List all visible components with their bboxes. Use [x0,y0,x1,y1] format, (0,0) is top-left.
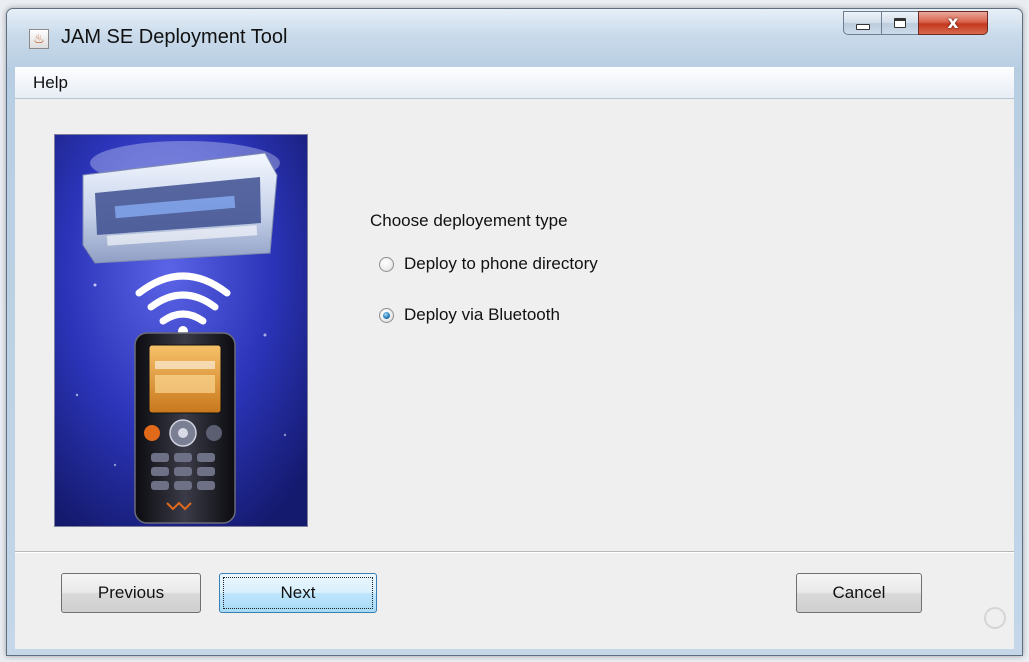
busy-indicator-icon [984,607,1006,629]
close-button[interactable]: x [918,11,988,35]
app-window: ♨ JAM SE Deployment Tool x Help Choose d… [6,8,1023,656]
cancel-button-label: Cancel [832,583,886,602]
maximize-icon [894,18,906,28]
option-phone-directory-label: Deploy to phone directory [404,254,598,273]
menu-help[interactable]: Help [33,73,68,93]
deployment-type-prompt: Choose deployement type [370,211,568,230]
radio-bluetooth[interactable] [379,307,394,323]
maximize-button[interactable] [881,11,919,35]
title-bar[interactable]: ♨ JAM SE Deployment Tool x [7,9,1022,67]
option-bluetooth-label: Deploy via Bluetooth [404,305,560,324]
java-app-icon[interactable]: ♨ [29,29,49,49]
previous-button-label: Previous [97,583,165,602]
focus-ring [223,577,373,609]
radio-phone-directory[interactable] [379,256,394,272]
minimize-button[interactable] [843,11,882,35]
illustration-graphic [55,135,307,526]
minimize-icon [855,24,870,30]
previous-button[interactable]: Previous [61,573,201,613]
window-title: JAM SE Deployment Tool [61,26,288,48]
option-phone-directory[interactable]: Deploy to phone directory [379,254,598,274]
next-button[interactable]: Next [219,573,377,613]
button-separator [15,551,1014,553]
wizard-panel: Choose deployement type Deploy to phone … [15,99,1014,649]
close-icon: x [947,13,959,33]
menu-bar: Help [15,67,1014,99]
cancel-button[interactable]: Cancel [796,573,922,613]
option-bluetooth[interactable]: Deploy via Bluetooth [379,305,560,325]
phone-bluetooth-deployment-illustration [54,134,308,527]
